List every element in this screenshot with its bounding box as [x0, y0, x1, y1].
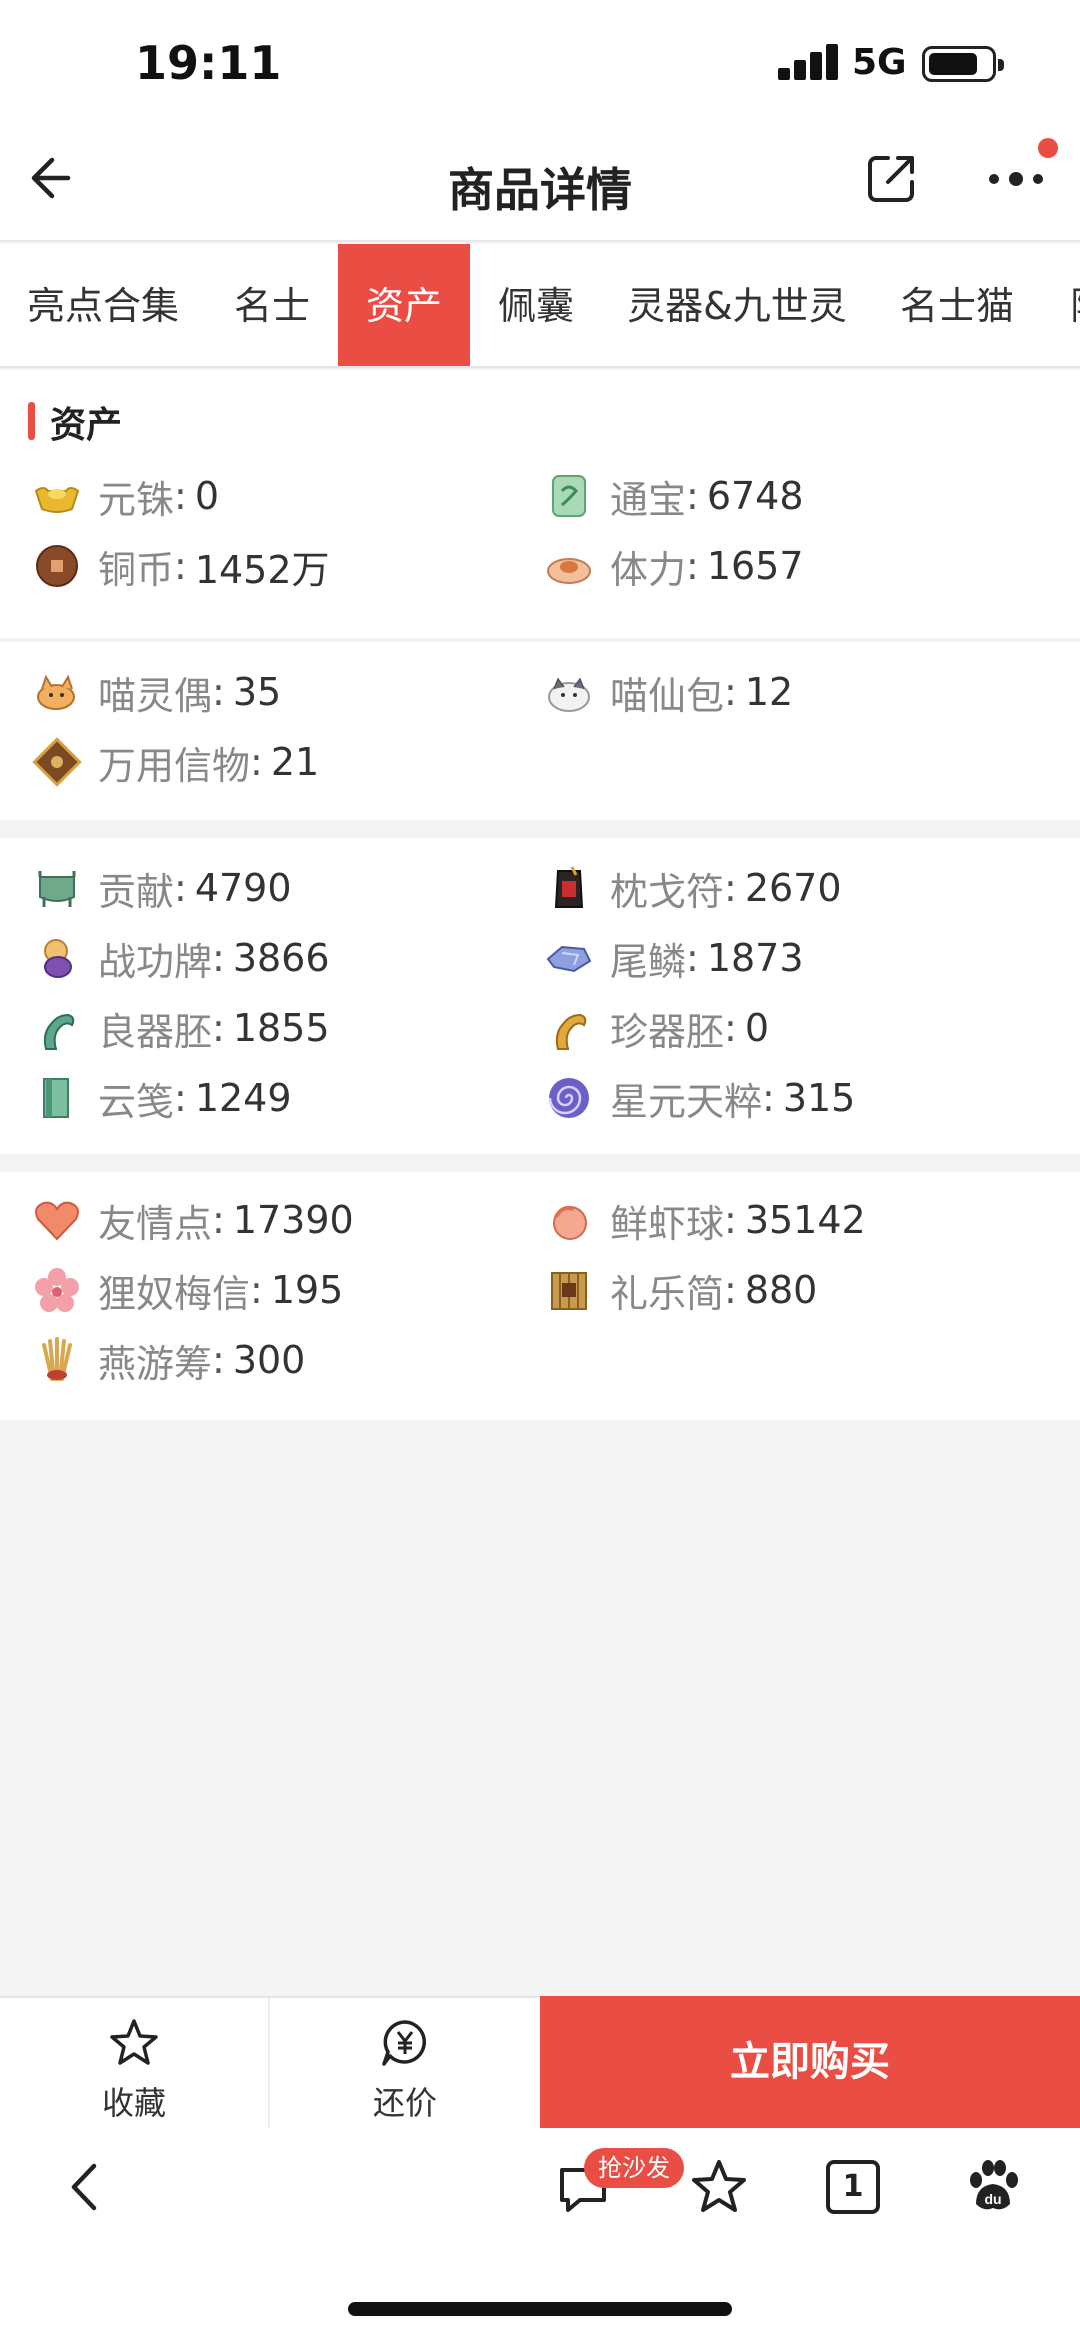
section-title: 资产: [28, 396, 122, 448]
copper-coin-icon: [36, 545, 78, 587]
asset-item: 铜币:1452万: [32, 538, 330, 594]
browser-back-icon[interactable]: [56, 2156, 118, 2218]
asset-item: 战功牌:3866: [32, 930, 330, 986]
network-type: 5G: [852, 42, 907, 83]
asset-item: 狸奴梅信:195: [32, 1262, 343, 1318]
gold-embryo-icon: [555, 1013, 587, 1050]
home-indicator: [348, 2302, 732, 2316]
asset-item: 通宝:6748: [544, 468, 804, 524]
heart-icon: [35, 1201, 79, 1241]
favorite-button[interactable]: 收藏: [0, 1998, 268, 2130]
green-embryo-icon: [43, 1013, 75, 1050]
asset-item: 尾鳞:1873: [544, 930, 804, 986]
asset-item: 贡献:4790: [32, 860, 292, 916]
bun-stamina-icon: [547, 558, 591, 584]
tab-formation[interactable]: 阵: [1042, 244, 1080, 366]
signal-icon: [778, 44, 840, 80]
asset-item: 万用信物:21: [32, 734, 319, 790]
asset-item: 云笺:1249: [32, 1070, 292, 1126]
cat-doll-icon: [37, 674, 75, 710]
more-options-icon[interactable]: [986, 164, 1050, 194]
star-vortex-icon: [548, 1078, 589, 1118]
assets-section-currency: 资产 元铢:0 通宝:6748 铜币:1452万 体力:1657: [0, 370, 1080, 638]
merit-plaque-icon: [44, 939, 72, 978]
assets-section-social: 友情点:17390 鲜虾球:35142 狸奴梅信:195 礼乐简:880 燕游筹…: [0, 1172, 1080, 1420]
favorite-label: 收藏: [101, 2084, 166, 2122]
empty-area: [0, 1420, 1080, 1995]
tab-spirit-artifacts[interactable]: 灵器&九世灵: [602, 244, 872, 366]
bargain-button[interactable]: 还价: [270, 1998, 540, 2130]
asset-item: 枕戈符:2670: [544, 860, 842, 916]
favorite-star-icon[interactable]: [688, 2156, 750, 2218]
asset-item: 珍器胚:0: [544, 1000, 769, 1056]
buy-now-button[interactable]: 立即购买: [540, 1996, 1080, 2128]
asset-item: 体力:1657: [544, 538, 804, 594]
tab-pouch[interactable]: 佩囊: [470, 244, 602, 366]
asset-item: 喵仙包:12: [544, 664, 793, 720]
star-icon: [110, 2019, 158, 2065]
asset-item: 礼乐简:880: [544, 1262, 817, 1318]
asset-item: 星元天粹:315: [544, 1070, 855, 1126]
asset-item: 鲜虾球:35142: [544, 1192, 866, 1248]
universal-token-icon: [32, 737, 82, 787]
bamboo-slip-icon: [551, 1272, 587, 1310]
plum-blossom-icon: [35, 1268, 79, 1312]
talisman-icon: [554, 866, 584, 908]
asset-item: 友情点:17390: [32, 1192, 354, 1248]
cauldron-icon: [38, 871, 76, 907]
assets-section-materials: 贡献:4790 枕戈符:2670 战功牌:3866 尾鳞:1873 良器胚:18…: [0, 838, 1080, 1154]
nav-bar: 商品详情: [0, 120, 1080, 242]
asset-item: 元铢:0: [32, 468, 219, 524]
tab-assets[interactable]: 资产: [338, 244, 470, 366]
assets-section-cat: 喵灵偶:35 喵仙包:12 万用信物:21: [0, 642, 1080, 820]
category-tabs: 亮点合集 名士 资产 佩囊 灵器&九世灵 名士猫 阵: [0, 244, 1080, 368]
notification-dot: [1038, 138, 1058, 158]
shrimp-ball-icon: [553, 1206, 587, 1240]
share-icon[interactable]: [866, 152, 918, 204]
cloud-letter-icon: [43, 1078, 69, 1118]
asset-item: 喵灵偶:35: [32, 664, 281, 720]
tab-cats[interactable]: 名士猫: [872, 244, 1042, 366]
tally-sticks-icon: [42, 1337, 72, 1381]
asset-item: 良器胚:1855: [32, 1000, 330, 1056]
scale-icon: [546, 945, 592, 973]
asset-item: 燕游筹:300: [32, 1332, 305, 1388]
page-title: 商品详情: [448, 163, 632, 217]
tab-mingshi[interactable]: 名士: [206, 244, 338, 366]
battery-icon: [922, 46, 1004, 82]
cat-bun-icon: [548, 677, 590, 712]
svg-text:du: du: [984, 2191, 1001, 2207]
status-time: 19:11: [135, 36, 282, 90]
comment-badge: 抢沙发: [584, 2148, 684, 2188]
tab-highlights[interactable]: 亮点合集: [0, 244, 206, 366]
jade-token-icon: [552, 475, 586, 517]
baidu-paw-icon[interactable]: du: [962, 2156, 1024, 2218]
gold-ingot-icon: [34, 487, 80, 513]
status-bar: 19:11 5G: [0, 0, 1080, 120]
yen-bubble-icon: [382, 2020, 426, 2066]
bargain-label: 还价: [372, 2084, 437, 2122]
tab-count-button[interactable]: 1: [826, 2160, 880, 2214]
